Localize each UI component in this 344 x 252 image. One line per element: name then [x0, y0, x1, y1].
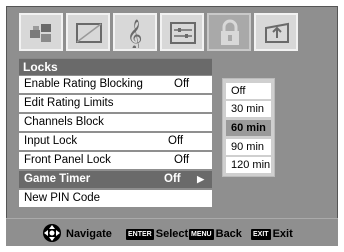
tab-picture[interactable]: [19, 13, 63, 51]
menu-item-edit-rating-limits[interactable]: Edit Rating Limits: [19, 95, 212, 112]
submenu-option[interactable]: 30 min: [226, 101, 271, 117]
item-label: Game Timer: [24, 173, 91, 185]
menu-key-icon: MENU: [189, 229, 214, 240]
navigate-label: Navigate: [66, 228, 112, 240]
panel-title: Locks: [19, 58, 212, 75]
exit-label: Exit: [272, 228, 293, 240]
tab-music[interactable]: 𝄞: [113, 13, 157, 51]
exit-hint: EXIT Exit: [251, 228, 293, 240]
menu-item-enable-rating-blocking[interactable]: Enable Rating Blocking Off: [19, 76, 212, 93]
menu-item-new-pin-code[interactable]: New PIN Code: [19, 190, 212, 207]
item-value: Off: [168, 135, 184, 147]
svg-text:𝄞: 𝄞: [127, 19, 142, 48]
menu-item-input-lock[interactable]: Input Lock Off: [19, 133, 212, 150]
lock-icon: [221, 19, 239, 45]
item-value: Off: [164, 173, 181, 185]
submenu-option[interactable]: 120 min: [226, 157, 271, 173]
item-label: Edit Rating Limits: [24, 97, 114, 109]
sound-icon: [76, 23, 102, 43]
item-label: Input Lock: [24, 135, 78, 147]
item-value: Off: [174, 78, 190, 90]
game-timer-submenu: Off 30 min 60 min 90 min 120 min: [222, 78, 275, 177]
item-label: Front Panel Lock: [24, 154, 111, 166]
music-icon: 𝄞: [127, 19, 142, 48]
enter-key-icon: ENTER: [126, 229, 154, 240]
submenu-arrow-icon: ▶: [197, 174, 204, 184]
item-label: New PIN Code: [24, 192, 101, 204]
tab-locks[interactable]: [207, 13, 251, 51]
bottom-help-bar: Navigate ENTER Select MENU Back EXIT Exit: [6, 218, 338, 246]
submenu-option[interactable]: Off: [226, 83, 271, 99]
menu-item-channels-block[interactable]: Channels Block: [19, 114, 212, 131]
tab-audio[interactable]: [66, 13, 110, 51]
submenu-option[interactable]: 90 min: [226, 139, 271, 155]
item-value: Off: [174, 154, 190, 166]
setup-icon: [265, 22, 289, 43]
back-label: Back: [215, 228, 242, 240]
submenu-option-selected[interactable]: 60 min: [226, 120, 271, 136]
tab-setup[interactable]: [254, 13, 298, 51]
select-label: Select: [155, 228, 189, 240]
navigate-dpad-icon: [43, 224, 61, 242]
select-hint: ENTER Select: [126, 228, 188, 240]
picture-icon: [30, 24, 51, 42]
back-hint: MENU Back: [189, 228, 242, 240]
osd-menu-frame: 𝄞 Locks Enable Rating Blocking Off Edit …: [6, 6, 338, 246]
menu-item-front-panel-lock[interactable]: Front Panel Lock Off: [19, 152, 212, 169]
exit-key-icon: EXIT: [251, 229, 271, 240]
item-label: Enable Rating Blocking: [24, 78, 143, 90]
item-label: Channels Block: [24, 116, 104, 128]
menu-item-game-timer[interactable]: Game Timer Off ▶: [19, 171, 212, 188]
locks-menu-list: Enable Rating Blocking Off Edit Rating L…: [19, 76, 212, 209]
tab-settings[interactable]: [160, 13, 204, 51]
settings-icon: [170, 22, 196, 44]
